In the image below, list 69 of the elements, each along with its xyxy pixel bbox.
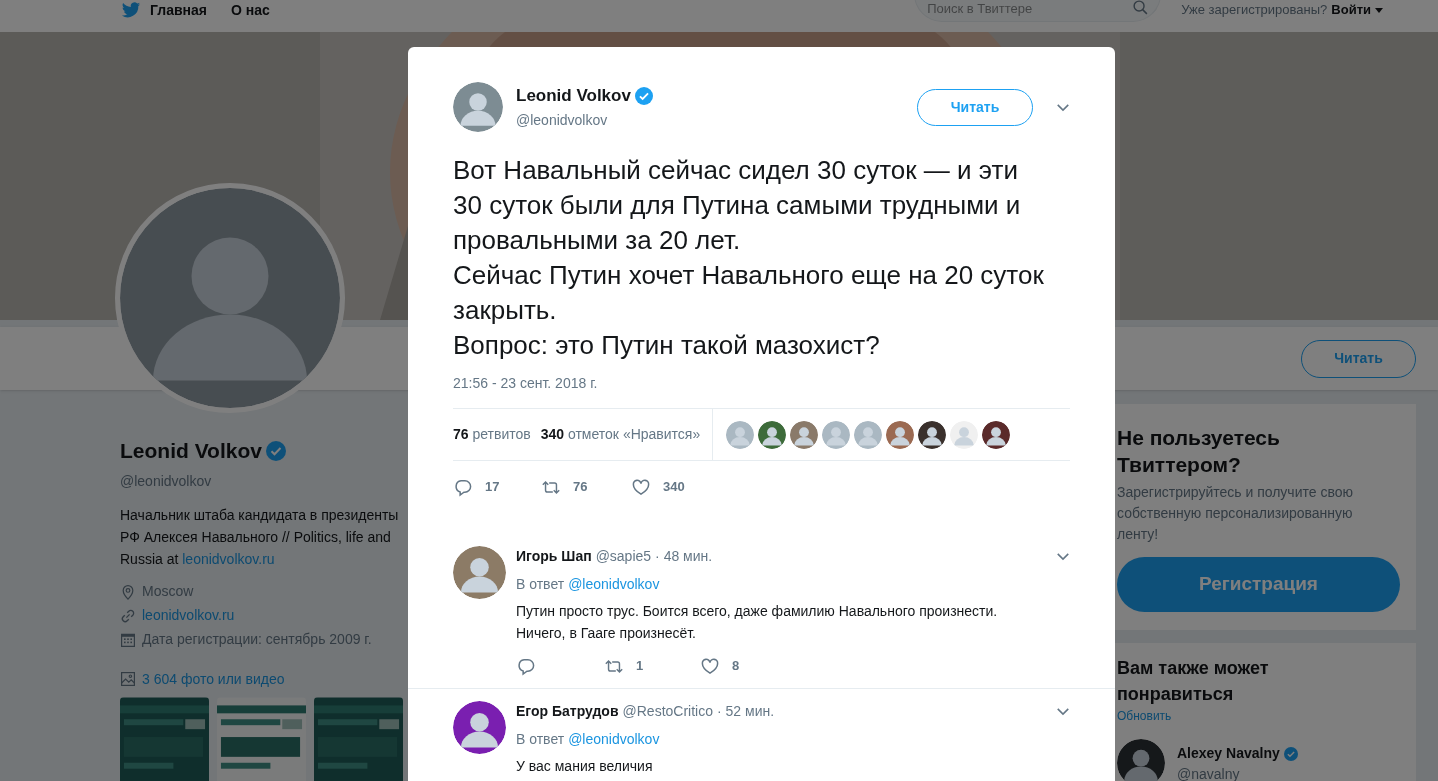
signup-text: Зарегистрируйтесь и получите свою собственную персонализированную ленту! [1117,483,1354,544]
location-pin-icon [120,583,136,600]
action-count: 340 [663,478,685,497]
profile-location: Moscow [142,582,194,601]
avatar [453,546,506,599]
reply-time: · 48 мин. [655,547,713,566]
avatar [854,420,883,449]
avatar [726,420,755,449]
chevron-down-icon[interactable] [1056,707,1070,716]
account-handle: @navalny [1177,765,1241,781]
reply-icon[interactable] [453,477,473,497]
avatar [918,420,947,449]
search-icon[interactable] [1132,0,1150,16]
action-count: 1 [636,657,644,676]
profile-bio: Начальник штаба кандидата в президенты РФ Алексея Навального // Politics, life and Russia at leonidvolkov.ru [120,505,400,569]
nav-link[interactable]: Главная [150,0,207,21]
search-field[interactable]: Поиск в Твиттере [914,0,1162,22]
author-handle: @leonidvolkov [516,111,609,131]
action-count: 76 [573,478,588,497]
login-prompt: Уже зарегистрированы? [1181,1,1328,20]
signup-title: Не пользуетесь Твиттером? [1117,425,1281,478]
avatar [790,420,819,449]
reply-time: · 52 мин. [717,702,775,721]
suggestions-title: Вам также может понравиться [1117,657,1270,706]
action-count: 8 [732,657,740,676]
chevron-down-icon[interactable] [1056,552,1070,561]
reply-author-name[interactable]: Игорь Шап [516,546,592,567]
avatar [453,701,506,754]
reply-icon[interactable] [516,656,536,676]
chevron-down-icon[interactable] [1056,102,1070,112]
reply-author-handle: @RestoCritico [622,702,713,721]
avatar [982,420,1011,449]
tweet-timestamp: 21:56 - 23 сент. 2018 г. [453,374,599,393]
avatar [1117,739,1165,781]
action-count: 17 [485,478,500,497]
nav-link[interactable]: О нас [230,0,270,21]
refresh-link[interactable]: Обновить [1117,707,1400,725]
reply-author-handle: @sapie5 [595,547,652,566]
avatar [453,82,503,132]
media-link[interactable]: 3 604 фото или видео [142,668,285,690]
profile-name: Leonid Volkov [120,438,262,464]
caret-icon [1375,7,1383,13]
reply-text: У вас мания величия [516,757,654,776]
avatar [822,420,851,449]
likes-stat[interactable]: 340 отметок «Нравится» [540,424,701,445]
signup-button[interactable]: Регистрация [1117,557,1400,612]
retweets-stat[interactable]: 76 ретвитов [453,424,531,445]
account-name[interactable]: Alexey Navalny [1177,743,1280,764]
calendar-icon [120,631,136,648]
reply-to-label: В ответ [516,730,565,749]
heart-icon[interactable] [631,477,651,497]
heart-icon[interactable] [700,656,720,676]
profile-website-link[interactable]: leonidvolkov.ru [142,605,235,626]
login-link[interactable]: Войти [1331,0,1383,20]
link-icon [120,607,136,624]
avatar [758,420,787,449]
avatar [950,420,979,449]
tweet-text: Вот Навальный сейчас сидел 30 суток — и эти 30 суток были для Путина самыми трудными и провальными за 20 лет. Сейчас Путин хочет Навального еще на 20 суток закрыть. Вопрос: это Путин такой мазохист? [453,154,1045,362]
mention-link[interactable]: @leonidvolkov [568,574,660,595]
author-name: Leonid Volkov [516,84,631,107]
avatar [886,420,915,449]
reply-text: Путин просто трус. Боится всего, даже фамилию Навального произнести. Ничего, в Гааге произнесёт. [516,602,999,643]
reply-to-label: В ответ [516,575,565,594]
profile-handle: @leonidvolkov [120,471,213,491]
mention-link[interactable]: @leonidvolkov [568,729,660,750]
reply-author-name[interactable]: Егор Батрудов [516,701,619,722]
image-icon [120,671,136,687]
profile-joined-date: Дата регистрации: сентябрь 2009 г. [142,630,372,649]
bio-link[interactable]: leonidvolkov.ru [182,550,275,567]
